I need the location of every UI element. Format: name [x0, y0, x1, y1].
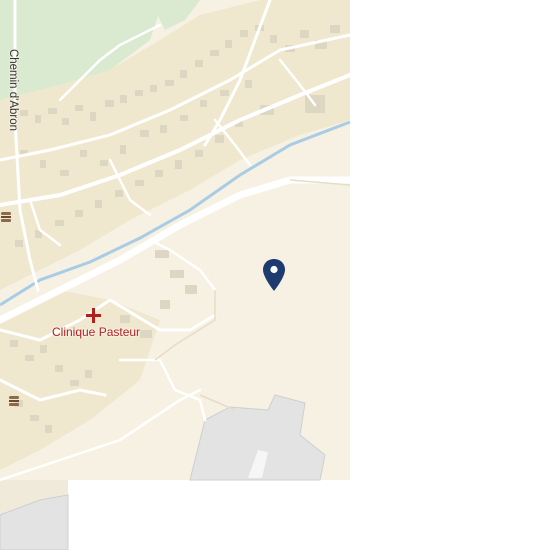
poi-label-clinique-pasteur[interactable]: Clinique Pasteur	[52, 325, 140, 339]
medical-cross-icon[interactable]	[86, 308, 101, 323]
map-pin-icon[interactable]	[262, 258, 286, 292]
burger-icon[interactable]	[0, 211, 12, 223]
burger-icon[interactable]	[8, 395, 20, 407]
map-page: Chemin d'Abron Clinique Pasteur	[0, 0, 550, 550]
